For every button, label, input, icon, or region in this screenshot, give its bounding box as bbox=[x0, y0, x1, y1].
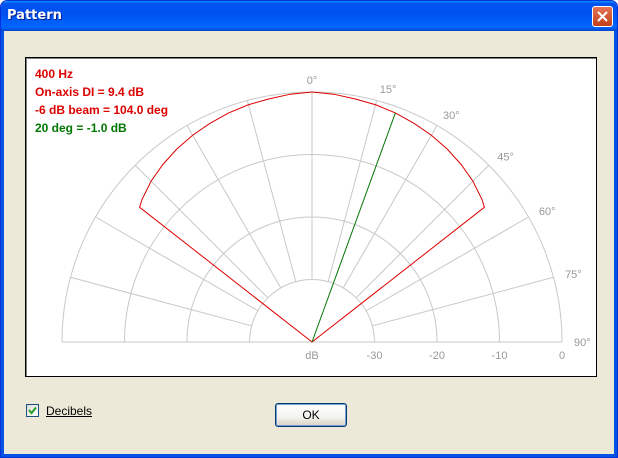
cursor-readout-text: 20 deg = -1.0 dB bbox=[35, 121, 127, 135]
radial-tick-label: -20 bbox=[429, 350, 445, 362]
title-bar[interactable]: Pattern bbox=[1, 1, 617, 31]
grid-ring-0 bbox=[249, 279, 375, 343]
angle-tick-label: 90° bbox=[574, 337, 591, 349]
cursor-line bbox=[311, 112, 396, 343]
grid-spoke-15 bbox=[327, 100, 378, 282]
angle-tick-label: 15° bbox=[380, 84, 397, 96]
checkmark-icon bbox=[28, 406, 37, 415]
window-frame-left bbox=[1, 31, 4, 457]
radial-tick-label: 0 bbox=[559, 350, 565, 362]
polar-plot-panel: 0° 15° 30° 45° 60° 75° 90° dB -30 -20 -10 0 400 Hz … bbox=[25, 57, 597, 377]
window-frame-bottom bbox=[1, 454, 617, 457]
angle-tick-label: 30° bbox=[443, 110, 460, 122]
angle-tick-label: 45° bbox=[497, 152, 514, 164]
angle-tick-label: 75° bbox=[565, 269, 582, 281]
grid-spoke-75 bbox=[372, 276, 554, 327]
angle-tick-label: 0° bbox=[307, 75, 318, 87]
radial-tick-label: -30 bbox=[367, 350, 383, 362]
close-icon bbox=[597, 11, 608, 22]
pattern-dialog: Pattern 0° 15° 30° 45° 60° 75° 90° dB -30 -20 -10 0… bbox=[0, 0, 618, 458]
grid-spoke-m15 bbox=[246, 100, 297, 282]
decibels-label[interactable]: Decibels bbox=[46, 404, 92, 418]
radial-tick-label: dB bbox=[305, 350, 318, 362]
close-button[interactable] bbox=[592, 6, 613, 27]
grid-spoke-m75 bbox=[70, 276, 252, 327]
window-title: Pattern bbox=[7, 8, 62, 23]
radial-tick-label: -10 bbox=[492, 350, 508, 362]
angle-tick-label: 60° bbox=[539, 206, 556, 218]
window-frame-right bbox=[614, 31, 617, 457]
decibels-checkbox[interactable] bbox=[26, 404, 39, 417]
beam-width-text: -6 dB beam = 104.0 deg bbox=[35, 103, 169, 117]
ok-button[interactable]: OK bbox=[275, 403, 347, 427]
directivity-text: On-axis DI = 9.4 dB bbox=[35, 85, 145, 99]
frequency-text: 400 Hz bbox=[35, 67, 74, 81]
